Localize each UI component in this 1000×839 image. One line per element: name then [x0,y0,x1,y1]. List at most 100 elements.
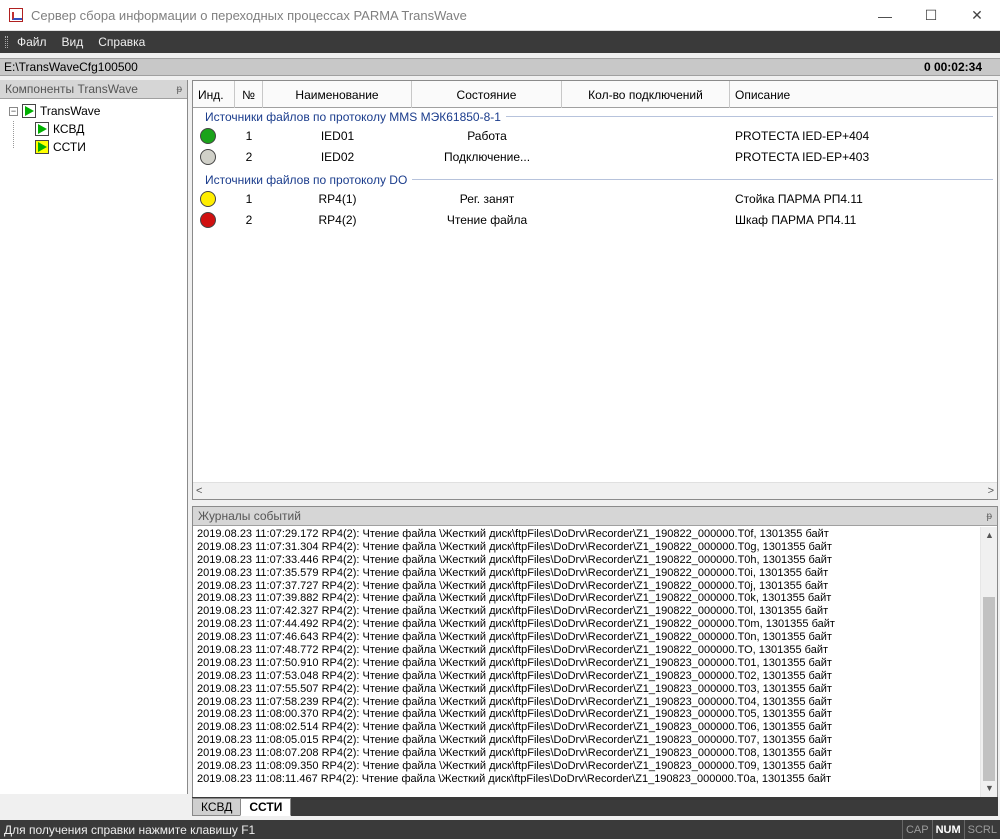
log-entry[interactable]: 2019.08.23 11:08:00.370 RP4(2): Чтение ф… [197,708,981,721]
source-description: Стойка ПАРМА РП4.11 [735,191,863,206]
log-entry[interactable]: 2019.08.23 11:07:39.882 RP4(2): Чтение ф… [197,592,981,605]
menu-help[interactable]: Справка [98,35,145,49]
table-row[interactable]: 2 IED02 Подключение... PROTECTA IED-EP+4… [193,146,997,167]
column-header-indicator[interactable]: Инд. [193,81,235,108]
event-log-title: Журналы событий [198,509,301,523]
source-description: PROTECTA IED-EP+403 [735,149,870,164]
group-divider [412,179,993,180]
log-entry[interactable]: 2019.08.23 11:08:09.350 RP4(2): Чтение ф… [197,760,981,773]
pin-icon[interactable]: ᵽ [986,511,992,522]
log-entry[interactable]: 2019.08.23 11:07:50.910 RP4(2): Чтение ф… [197,657,981,670]
scroll-right-icon[interactable]: > [988,485,994,497]
log-entry[interactable]: 2019.08.23 11:07:37.727 RP4(2): Чтение ф… [197,580,981,593]
play-icon [35,140,49,154]
scrollbar-thumb[interactable] [983,597,995,781]
column-header-description[interactable]: Описание [730,81,997,108]
horizontal-scrollbar[interactable]: < > [193,482,997,499]
log-entry[interactable]: 2019.08.23 11:07:33.446 RP4(2): Чтение ф… [197,554,981,567]
source-state: Работа [467,128,507,143]
event-log-header: Журналы событий ᵽ [193,507,997,526]
vertical-scrollbar[interactable]: ▲ ▼ [980,527,997,797]
column-header-connections[interactable]: Кол-во подключений [562,81,730,108]
column-header-number[interactable]: № [235,81,263,108]
status-text: Для получения справки нажмите клавишу F1 [4,822,256,837]
app-icon [9,8,23,22]
group-header-mms: Источники файлов по протоколу MMS МЭК618… [193,108,997,125]
log-entry[interactable]: 2019.08.23 11:07:44.492 RP4(2): Чтение ф… [197,618,981,631]
log-entry[interactable]: 2019.08.23 11:08:02.514 RP4(2): Чтение ф… [197,721,981,734]
components-panel-header: Компоненты TransWave ᵽ [0,80,187,99]
log-entry[interactable]: 2019.08.23 11:08:05.015 RP4(2): Чтение ф… [197,734,981,747]
log-entry[interactable]: 2019.08.23 11:08:07.208 RP4(2): Чтение ф… [197,747,981,760]
source-name: IED01 [320,128,355,143]
source-name: IED02 [320,149,355,164]
status-indicator-cell [193,148,235,165]
menu-file[interactable]: Файл [17,35,47,49]
toolbar-grip-icon[interactable] [5,36,8,48]
component-tabs: КСВД ССТИ [192,797,998,816]
window-controls: — ☐ ✕ [862,0,1000,31]
status-indicator-cell [193,127,235,144]
log-entry[interactable]: 2019.08.23 11:07:55.507 RP4(2): Чтение ф… [197,683,981,696]
source-description: PROTECTA IED-EP+404 [735,128,870,143]
log-entry[interactable]: 2019.08.23 11:07:53.048 RP4(2): Чтение ф… [197,670,981,683]
title-bar: Сервер сбора информации о переходных про… [0,0,1000,31]
table-row[interactable]: 1 RP4(1) Рег. занят Стойка ПАРМА РП4.11 [193,188,997,209]
table-row[interactable]: 2 RP4(2) Чтение файла Шкаф ПАРМА РП4.11 [193,209,997,230]
source-description: Шкаф ПАРМА РП4.11 [735,212,857,227]
row-number: 1 [245,191,253,206]
tree-item-label: ССТИ [53,140,86,154]
scroll-down-icon[interactable]: ▼ [981,780,998,797]
play-icon [35,122,49,136]
scroll-up-icon[interactable]: ▲ [981,527,998,544]
column-header-name[interactable]: Наименование [263,81,412,108]
play-icon [22,104,36,118]
table-row[interactable]: 1 IED01 Работа PROTECTA IED-EP+404 [193,125,997,146]
status-lamp-icon [199,127,216,144]
tree-item-transwave[interactable]: − TransWave [0,102,187,148]
tab-ksvd[interactable]: КСВД [192,798,242,816]
log-entry[interactable]: 2019.08.23 11:07:42.327 RP4(2): Чтение ф… [197,605,981,618]
grid-header: Инд. № Наименование Состояние Кол-во под… [193,81,997,108]
config-path: E:\TransWaveCfg100500 [4,60,138,74]
source-name: RP4(1) [318,191,357,206]
group-divider [505,116,993,117]
scroll-left-icon[interactable]: < [196,485,202,497]
row-number: 2 [245,212,253,227]
components-panel: Компоненты TransWave ᵽ − TransWave КСВД … [0,80,188,794]
source-state: Чтение файла [446,212,528,227]
log-entry[interactable]: 2019.08.23 11:08:11.467 RP4(2): Чтение ф… [197,773,981,786]
source-state: Подключение... [443,149,531,164]
sources-grid: Инд. № Наименование Состояние Кол-во под… [192,80,998,500]
key-indicators: CAP NUM SCRL [901,820,1000,839]
menu-view[interactable]: Вид [62,35,84,49]
event-log-panel: Журналы событий ᵽ 2019.08.23 11:07:29.17… [192,506,998,798]
maximize-button[interactable]: ☐ [908,0,954,31]
log-entry[interactable]: 2019.08.23 11:07:29.172 RP4(2): Чтение ф… [197,528,981,541]
log-entry[interactable]: 2019.08.23 11:07:46.643 RP4(2): Чтение ф… [197,631,981,644]
log-entry[interactable]: 2019.08.23 11:07:58.239 RP4(2): Чтение ф… [197,696,981,709]
collapse-icon[interactable]: − [9,106,18,116]
pin-icon[interactable]: ᵽ [176,84,182,95]
window-title: Сервер сбора информации о переходных про… [31,7,467,23]
tab-ssti[interactable]: ССТИ [240,798,292,816]
column-header-state[interactable]: Состояние [412,81,562,108]
event-log-list[interactable]: 2019.08.23 11:07:29.172 RP4(2): Чтение ф… [193,527,981,797]
close-button[interactable]: ✕ [954,0,1000,31]
status-bar: Для получения справки нажмите клавишу F1… [0,820,1000,839]
caps-lock-indicator: CAP [901,820,932,839]
components-panel-title: Компоненты TransWave [5,82,138,96]
row-number: 2 [245,149,253,164]
status-indicator-cell [193,190,235,207]
status-indicator-cell [193,211,235,228]
tree-item-label: КСВД [53,122,85,136]
tree-item-ksvd[interactable]: КСВД [0,120,187,138]
tree-item-ssti[interactable]: ССТИ [0,138,187,156]
minimize-button[interactable]: — [862,0,908,31]
log-entry[interactable]: 2019.08.23 11:07:35.579 RP4(2): Чтение ф… [197,567,981,580]
status-lamp-icon [199,148,216,165]
menu-bar: Файл Вид Справка [0,31,1000,53]
num-lock-indicator: NUM [931,820,964,839]
log-entry[interactable]: 2019.08.23 11:07:48.772 RP4(2): Чтение ф… [197,644,981,657]
log-entry[interactable]: 2019.08.23 11:07:31.304 RP4(2): Чтение ф… [197,541,981,554]
